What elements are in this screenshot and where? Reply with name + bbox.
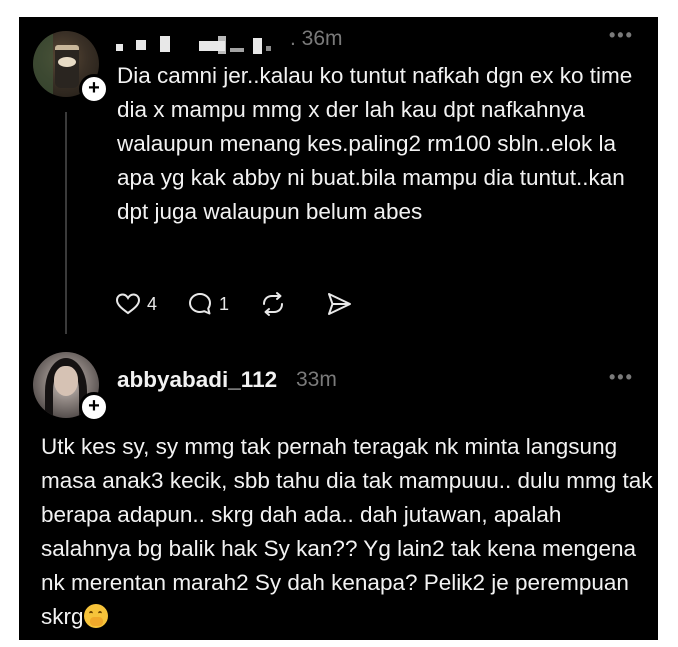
comment-icon <box>187 291 213 317</box>
repost-icon <box>259 291 287 317</box>
avatar-background <box>33 31 53 97</box>
like-count: 4 <box>147 293 158 314</box>
redacted-username <box>116 34 286 56</box>
face-with-hand-over-mouth-icon <box>83 604 108 628</box>
reply-button[interactable]: 1 <box>187 291 259 317</box>
post-body: Dia camni jer..kalau ko tuntut nafkah dg… <box>117 63 633 224</box>
cup-logo <box>58 57 76 67</box>
like-button[interactable]: 4 <box>115 292 187 316</box>
more-options-icon[interactable]: ••• <box>609 367 634 388</box>
heart-icon <box>115 292 141 316</box>
avatar-face <box>54 366 78 396</box>
post-body: Utk kes sy, sy mmg tak pernah teragak nk… <box>41 430 653 634</box>
follow-plus-icon[interactable]: + <box>79 74 109 104</box>
reply-count: 1 <box>219 293 230 314</box>
share-button[interactable] <box>325 291 353 317</box>
thread-connector-line <box>65 112 67 334</box>
username[interactable]: abbyabadi_112 <box>117 367 277 393</box>
follow-plus-icon[interactable]: + <box>79 392 109 422</box>
post-timestamp: . 36m <box>290 27 343 50</box>
post-actions: 4 1 <box>115 289 353 319</box>
post-body-text: Utk kes sy, sy mmg tak pernah teragak nk… <box>41 434 653 629</box>
send-icon <box>325 291 353 317</box>
threads-screenshot: + . 36m ••• Dia camni jer..kalau ko tunt… <box>19 17 658 640</box>
repost-button[interactable] <box>259 291 287 317</box>
more-options-icon[interactable]: ••• <box>609 25 634 46</box>
post-timestamp: 33m <box>296 368 337 391</box>
